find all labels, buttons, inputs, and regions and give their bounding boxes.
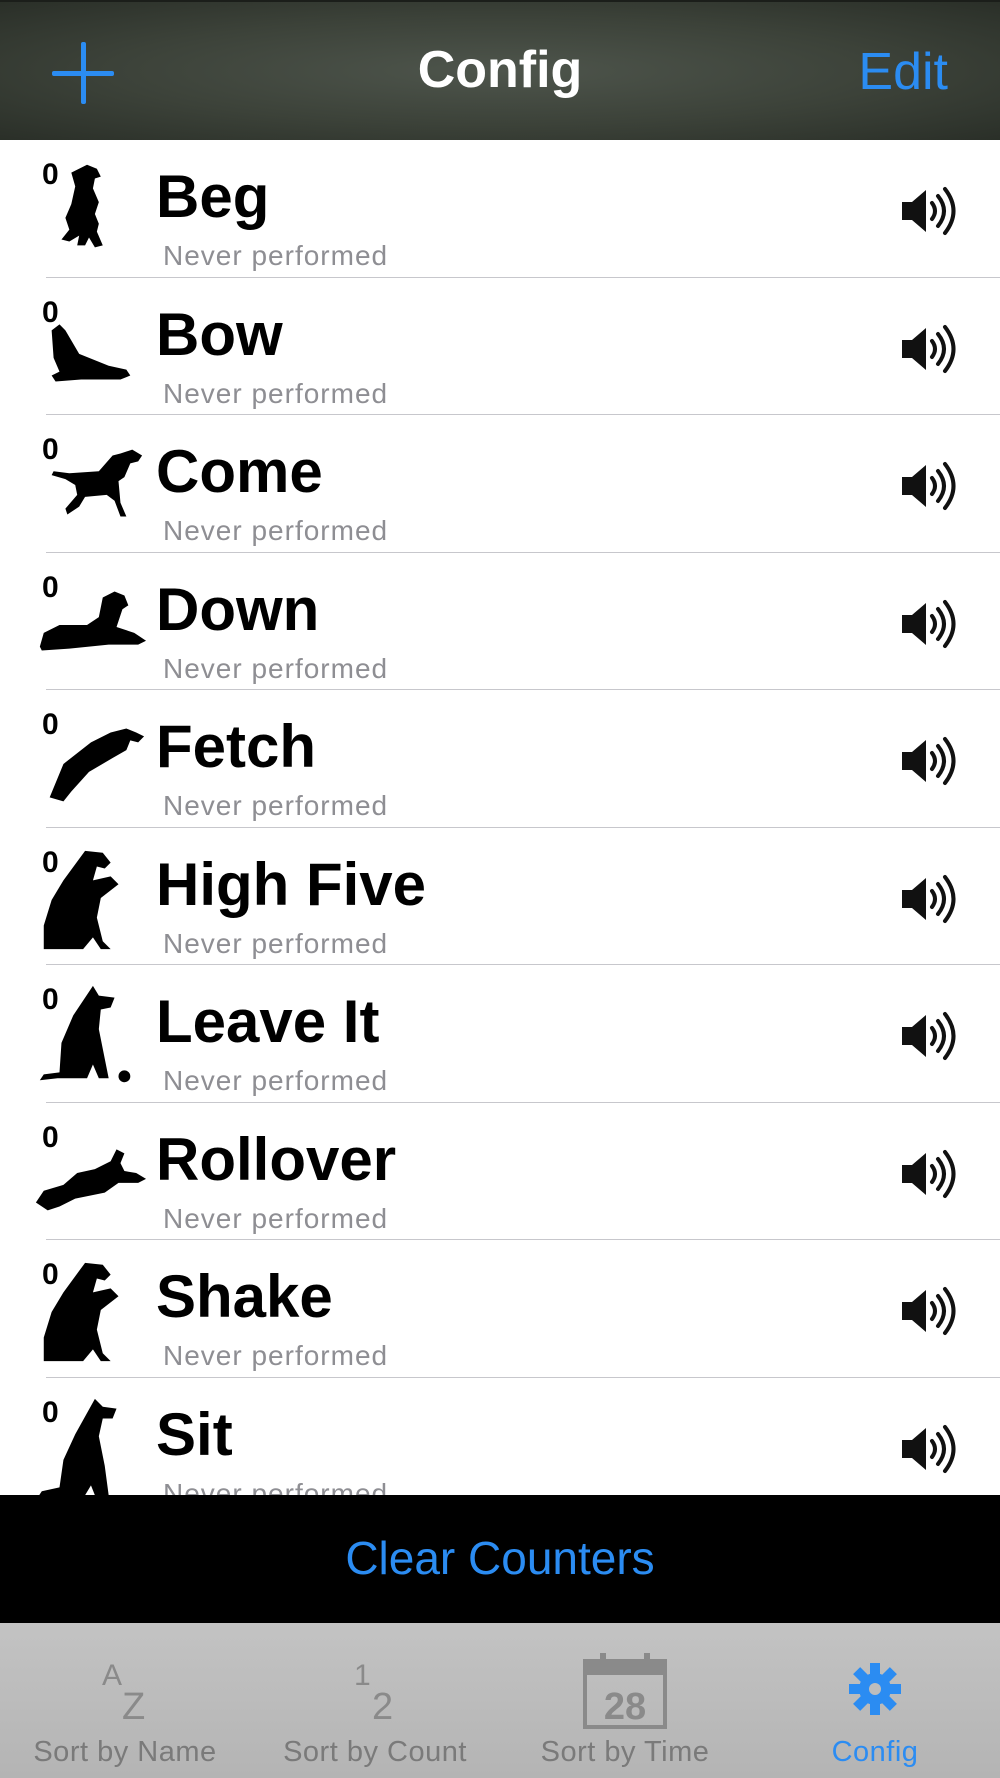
sort-az-icon: A Z: [80, 1651, 170, 1731]
svg-text:Z: Z: [122, 1686, 145, 1728]
tab-bar: A Z Sort by Name 1 2 Sort by Count 28 So…: [0, 1623, 1000, 1778]
trick-last-performed: Never performed: [163, 515, 389, 546]
speaker-icon[interactable]: [900, 1009, 956, 1063]
clear-counters-button[interactable]: Clear Counters: [0, 1531, 1000, 1585]
trick-last-performed: Never performed: [163, 1340, 389, 1371]
speaker-icon[interactable]: [900, 734, 956, 788]
trick-count: 0: [42, 570, 59, 604]
speaker-icon[interactable]: [900, 1422, 956, 1476]
trick-name: Leave It: [156, 988, 380, 1055]
tab-label: Sort by Count: [283, 1736, 467, 1768]
sort-12-icon: 1 2: [330, 1651, 420, 1731]
trick-last-performed: Never performed: [163, 927, 389, 959]
trick-count: 0: [42, 433, 59, 466]
trick-count: 0: [42, 845, 59, 879]
trick-count: 0: [42, 1120, 59, 1154]
calendar-day-text: 28: [604, 1686, 646, 1728]
trick-name: High Five: [156, 850, 427, 918]
trick-name: Beg: [156, 163, 270, 230]
trick-row[interactable]: 0 Down Never performed: [0, 553, 1000, 691]
trick-name: Come: [156, 438, 323, 505]
trick-last-performed: Never performed: [163, 1065, 389, 1096]
trick-row[interactable]: 0 High Five Never performed: [0, 828, 1000, 966]
svg-text:A: A: [102, 1659, 122, 1692]
navigation-bar: Config Edit: [0, 0, 1000, 140]
trick-count: 0: [42, 1258, 59, 1291]
trick-row[interactable]: 0 Beg Never performed: [0, 140, 1000, 278]
speaker-icon[interactable]: [900, 872, 956, 926]
trick-count: 0: [42, 983, 59, 1016]
trick-last-performed: Never performed: [163, 1477, 389, 1496]
speaker-icon[interactable]: [900, 322, 956, 376]
trick-row[interactable]: 0 Rollover Never performed: [0, 1103, 1000, 1241]
trick-name: Down: [156, 575, 320, 643]
trick-name: Fetch: [156, 713, 317, 780]
trick-last-performed: Never performed: [163, 1202, 389, 1234]
tab-label: Sort by Time: [540, 1736, 710, 1768]
speaker-icon[interactable]: [900, 184, 956, 238]
speaker-icon[interactable]: [900, 597, 956, 651]
clear-counters-bar: Clear Counters: [0, 1495, 1000, 1623]
trick-name: Bow: [156, 300, 283, 368]
tab-label: Config: [831, 1736, 919, 1768]
trick-count: 0: [42, 708, 59, 741]
trick-row[interactable]: 0 Fetch Never performed: [0, 690, 1000, 828]
trick-count: 0: [42, 158, 59, 191]
gear-icon: [830, 1651, 920, 1731]
trick-count: 0: [42, 295, 59, 329]
tab-config[interactable]: Config: [750, 1623, 1000, 1778]
edit-button[interactable]: Edit: [858, 42, 948, 102]
speaker-icon[interactable]: [900, 1147, 956, 1201]
trick-row[interactable]: 0 Come Never performed: [0, 415, 1000, 553]
tab-sort-by-time[interactable]: 28 Sort by Time: [500, 1623, 750, 1778]
trick-name: Shake: [156, 1263, 333, 1330]
speaker-icon[interactable]: [900, 459, 956, 513]
trick-last-performed: Never performed: [163, 652, 389, 684]
tab-sort-by-name[interactable]: A Z Sort by Name: [0, 1623, 250, 1778]
calendar-28-icon: 28: [580, 1651, 670, 1731]
trick-last-performed: Never performed: [163, 790, 389, 821]
trick-count: 0: [42, 1395, 59, 1429]
svg-text:1: 1: [354, 1659, 371, 1692]
trick-row[interactable]: 0 Shake Never performed: [0, 1240, 1000, 1378]
trick-name: Rollover: [156, 1125, 397, 1193]
trick-last-performed: Never performed: [163, 240, 389, 271]
page-title: Config: [417, 41, 583, 99]
trick-row[interactable]: 0 Leave It Never performed: [0, 965, 1000, 1103]
trick-row[interactable]: 0 Sit Never performed: [0, 1378, 1000, 1496]
trick-last-performed: Never performed: [163, 377, 389, 409]
tab-label: Sort by Name: [33, 1736, 217, 1768]
trick-row[interactable]: 0 Bow Never performed: [0, 278, 1000, 416]
svg-text:2: 2: [372, 1686, 393, 1728]
trick-name: Sit: [156, 1400, 233, 1468]
speaker-icon[interactable]: [900, 1284, 956, 1338]
trick-list[interactable]: 0 Beg Never performed 0 Bow Never performed 0 C…: [0, 140, 1000, 1495]
tab-sort-by-count[interactable]: 1 2 Sort by Count: [250, 1623, 500, 1778]
